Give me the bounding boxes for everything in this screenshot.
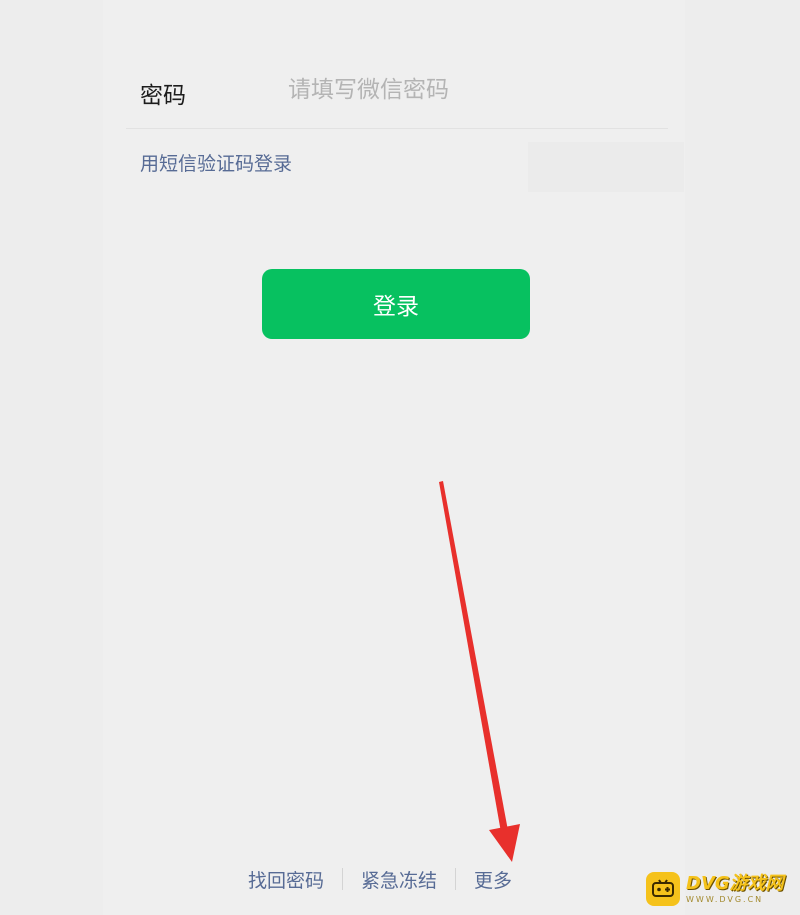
watermark-brand: DVG游戏网 [686, 872, 784, 894]
sms-login-link[interactable]: 用短信验证码登录 [140, 149, 292, 176]
login-panel [103, 0, 685, 915]
emergency-freeze-link[interactable]: 紧急冻结 [343, 866, 455, 893]
gamepad-icon [646, 872, 680, 906]
login-button[interactable]: 登录 [262, 269, 530, 339]
wechat-login-screen: 密码 用短信验证码登录 登录 找回密码 紧急冻结 更多 DVG游戏网 WWW.D… [0, 0, 800, 915]
password-divider [126, 128, 668, 129]
watermark-text: DVG游戏网 WWW.DVG.CN [686, 872, 784, 904]
password-row: 密码 [140, 70, 668, 130]
watermark-url: WWW.DVG.CN [686, 894, 764, 904]
watermark: DVG游戏网 WWW.DVG.CN [646, 868, 794, 910]
background-block [528, 142, 684, 192]
more-link[interactable]: 更多 [456, 866, 530, 893]
password-input[interactable] [288, 70, 648, 110]
footer-links: 找回密码 紧急冻结 更多 [230, 862, 530, 896]
recover-password-link[interactable]: 找回密码 [230, 866, 342, 893]
password-label: 密码 [140, 83, 186, 109]
